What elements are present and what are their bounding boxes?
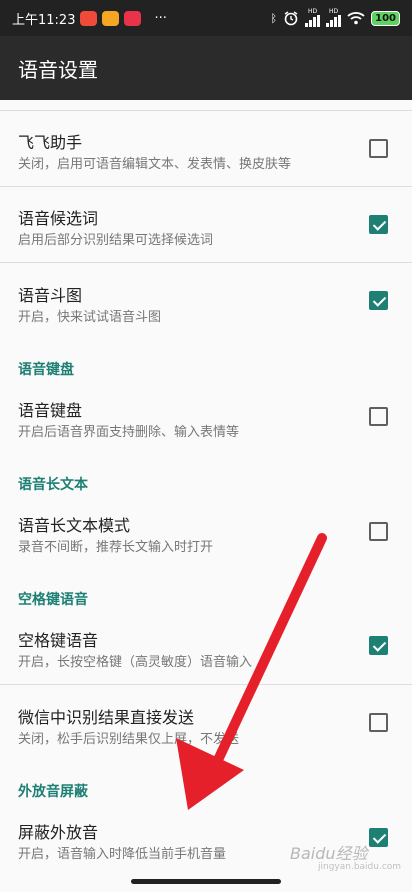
app-bar: 语音设置 bbox=[0, 36, 412, 100]
weibo-icon bbox=[102, 10, 120, 26]
pref-title: 飞飞助手 bbox=[18, 133, 83, 152]
pref-feifei-assistant[interactable]: 飞飞助手 关闭，启用可语音编辑文本、发表情、换皮肤等 bbox=[0, 111, 412, 186]
battery-icon: 100 bbox=[371, 10, 400, 26]
pref-title: 语音长文本模式 bbox=[18, 516, 131, 535]
pref-title: 语音斗图 bbox=[18, 286, 83, 305]
pref-summary: 开启，长按空格键（高灵敏度）语音输入 bbox=[18, 655, 253, 670]
pref-title: 语音键盘 bbox=[18, 401, 83, 420]
status-right: ᛒ HD HD 100 bbox=[271, 9, 400, 27]
category-long-text: 语音长文本 bbox=[18, 477, 88, 493]
pref-title: 微信中识别结果直接发送 bbox=[18, 708, 195, 727]
page-title: 语音设置 bbox=[18, 57, 98, 82]
pref-voice-keyboard[interactable]: 语音键盘 开启后语音界面支持删除、输入表情等 bbox=[0, 378, 412, 454]
voice-sticker-checkbox[interactable] bbox=[369, 291, 388, 310]
pref-space-voice[interactable]: 空格键语音 开启，长按空格键（高灵敏度）语音输入 bbox=[0, 608, 412, 684]
space-voice-checkbox[interactable] bbox=[369, 636, 388, 655]
feifei-assistant-checkbox[interactable] bbox=[369, 139, 388, 158]
pref-voice-sticker[interactable]: 语音斗图 开启，快来试试语音斗图 bbox=[0, 263, 412, 338]
bluetooth-icon: ᛒ bbox=[270, 11, 278, 25]
baidu-watermark: Baidu经验 bbox=[290, 844, 368, 863]
pref-long-text-mode[interactable]: 语音长文本模式 录音不间断，推荐长文输入时打开 bbox=[0, 493, 412, 569]
pref-summary: 开启后语音界面支持删除、输入表情等 bbox=[18, 425, 240, 440]
pref-summary: 开启，快来试试语音斗图 bbox=[18, 310, 162, 325]
pref-wechat-direct-send[interactable]: 微信中识别结果直接发送 关闭，松手后识别结果仅上屏，不发送 bbox=[0, 685, 412, 761]
wechat-direct-send-checkbox[interactable] bbox=[369, 713, 388, 732]
category-speaker-mute: 外放音屏蔽 bbox=[18, 784, 88, 800]
pref-summary: 启用后部分识别结果可选择候选词 bbox=[18, 233, 214, 248]
alarm-icon bbox=[284, 11, 298, 26]
pref-title: 语音候选词 bbox=[18, 209, 99, 228]
app-badge-icon bbox=[124, 10, 142, 26]
status-left: 上午11:23 ··· bbox=[12, 9, 167, 28]
pref-title: 屏蔽外放音 bbox=[18, 823, 99, 842]
pref-summary: 关闭，启用可语音编辑文本、发表情、换皮肤等 bbox=[18, 157, 292, 172]
battery-level: 100 bbox=[375, 12, 396, 24]
baidu-watermark-url: jingyan.baidu.com bbox=[318, 862, 402, 872]
pref-summary: 开启，语音输入时降低当前手机音量 bbox=[18, 847, 227, 862]
pref-summary: 关闭，松手后识别结果仅上屏，不发送 bbox=[18, 732, 240, 747]
status-time: 上午11:23 bbox=[12, 12, 76, 28]
more-notifications-icon: ··· bbox=[154, 10, 167, 26]
pref-title: 空格键语音 bbox=[18, 631, 99, 650]
signal-icon: HD bbox=[305, 9, 321, 27]
app-red-icon bbox=[80, 10, 98, 26]
mute-speaker-checkbox[interactable] bbox=[369, 828, 388, 847]
wifi-icon bbox=[347, 12, 365, 25]
settings-list: 飞飞助手 关闭，启用可语音编辑文本、发表情、换皮肤等 语音候选词 启用后部分识别… bbox=[0, 100, 412, 892]
voice-keyboard-checkbox[interactable] bbox=[369, 407, 388, 426]
long-text-mode-checkbox[interactable] bbox=[369, 522, 388, 541]
category-voice-keyboard: 语音键盘 bbox=[18, 362, 74, 378]
home-indicator[interactable] bbox=[131, 879, 281, 884]
pref-summary: 录音不间断，推荐长文输入时打开 bbox=[18, 540, 214, 555]
voice-candidates-checkbox[interactable] bbox=[369, 215, 388, 234]
pref-voice-candidates[interactable]: 语音候选词 启用后部分识别结果可选择候选词 bbox=[0, 187, 412, 262]
category-space-voice: 空格键语音 bbox=[18, 592, 88, 608]
status-bar: 上午11:23 ··· ᛒ HD HD 100 bbox=[0, 0, 412, 36]
signal-icon-2: HD bbox=[326, 9, 342, 27]
